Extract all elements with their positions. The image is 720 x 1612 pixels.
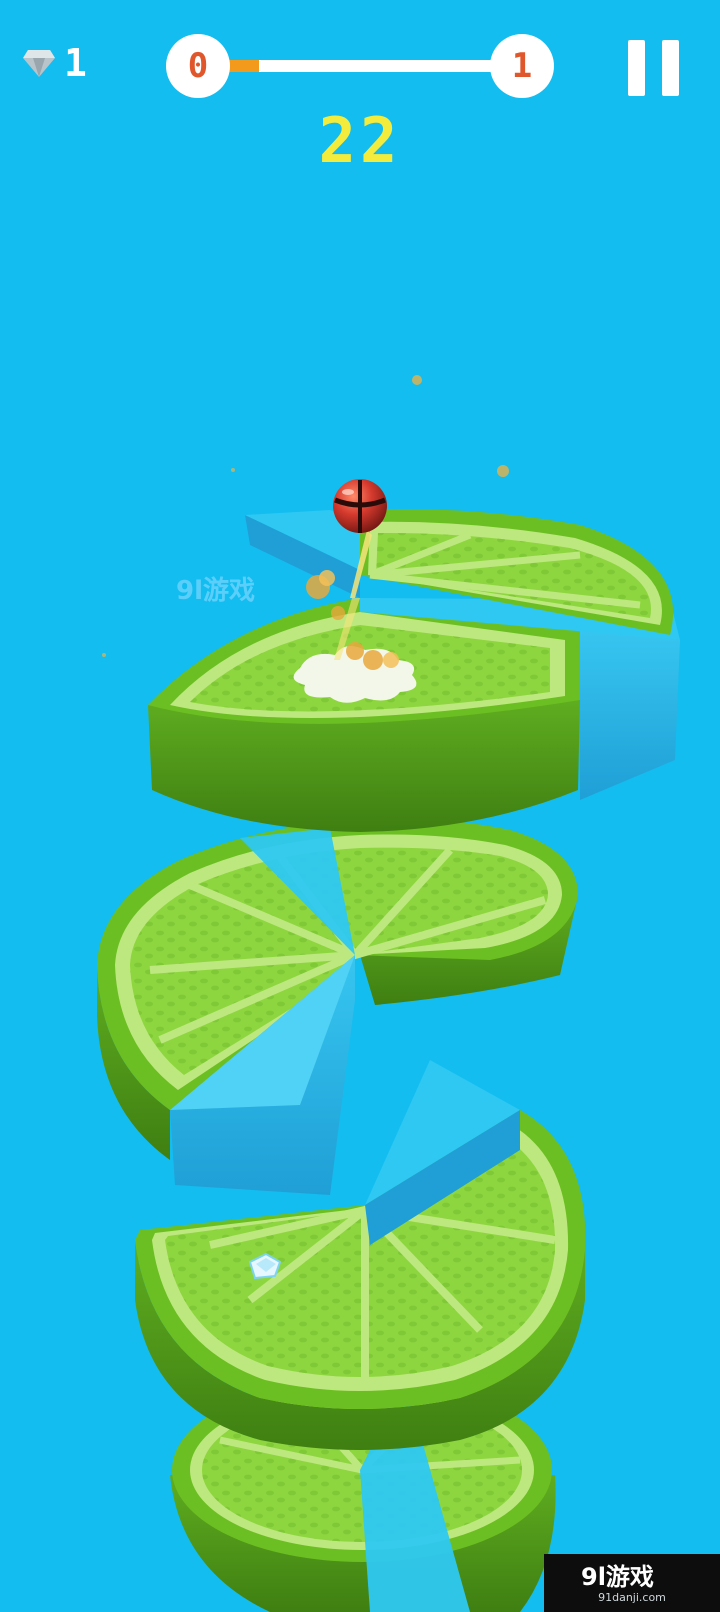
current-level-badge: 0 — [166, 34, 230, 98]
svg-text:9l游戏: 9l游戏 — [176, 576, 255, 606]
game-scene[interactable] — [0, 0, 720, 1612]
score: 22 — [318, 104, 402, 177]
next-level-badge: 1 — [490, 34, 554, 98]
level-progress: 0 1 — [166, 34, 554, 98]
svg-text:9l游戏: 9l游戏 — [581, 1563, 654, 1591]
platform-2 — [148, 598, 680, 832]
progress-track — [216, 60, 504, 72]
watermark-badge: 9l游戏 91danji.com — [544, 1554, 720, 1612]
watermark-url: 91danji.com — [598, 1591, 666, 1605]
player-ball — [333, 479, 387, 533]
gem-counter: 1 — [22, 44, 87, 82]
pause-button[interactable] — [628, 40, 680, 96]
watermark-logo: 9l游戏 — [176, 573, 268, 607]
gem-count: 1 — [64, 41, 87, 85]
diamond-icon — [23, 50, 55, 77]
